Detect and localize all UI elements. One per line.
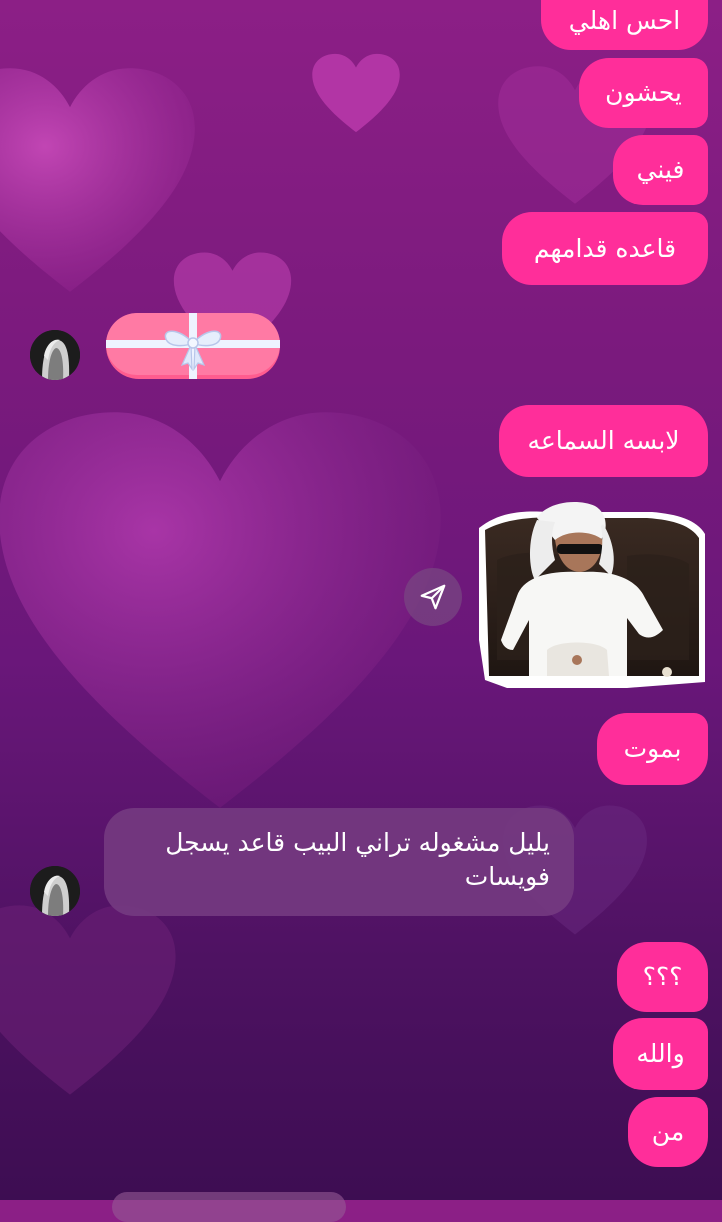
message-text: بموت (623, 734, 682, 763)
avatar-image (30, 866, 80, 916)
photo-sticker[interactable] (477, 500, 707, 690)
message-outgoing[interactable]: احس اهلي (541, 0, 708, 50)
message-incoming-partial[interactable] (112, 1192, 346, 1222)
message-outgoing[interactable]: لابسه السماعه (499, 405, 708, 477)
message-outgoing[interactable]: بموت (597, 713, 708, 785)
message-text: لابسه السماعه (527, 426, 680, 455)
message-text: والله (636, 1039, 685, 1068)
gift-message[interactable] (104, 309, 282, 382)
message-text: احس اهلي (568, 6, 681, 35)
message-outgoing[interactable]: فيني (613, 135, 708, 205)
avatar-image (30, 330, 80, 380)
message-text: قاعده قدامهم (533, 233, 677, 263)
message-text: ؟؟؟ (642, 962, 683, 991)
message-text: من (651, 1117, 685, 1146)
message-outgoing[interactable]: ؟؟؟ (617, 942, 708, 1012)
forward-button[interactable] (404, 568, 462, 626)
avatar[interactable] (30, 330, 80, 380)
message-outgoing[interactable]: من (628, 1097, 708, 1167)
message-text: يليل مشغوله تراني البيب قاعد يسجل فويسات (165, 828, 550, 891)
message-text: فيني (636, 155, 685, 184)
message-outgoing[interactable]: والله (613, 1018, 708, 1090)
forward-icon (420, 584, 446, 610)
sticker-image (479, 502, 705, 688)
gift-icon (106, 313, 280, 379)
avatar[interactable] (30, 866, 80, 916)
message-outgoing[interactable]: قاعده قدامهم (502, 212, 708, 285)
chat-thread: احس اهلي يحشون فيني قاعده قدامهم لابسه ا… (0, 0, 722, 1222)
message-text: يحشون (605, 78, 682, 107)
message-outgoing[interactable]: يحشون (579, 58, 708, 128)
message-incoming[interactable]: يليل مشغوله تراني البيب قاعد يسجل فويسات (104, 808, 574, 916)
